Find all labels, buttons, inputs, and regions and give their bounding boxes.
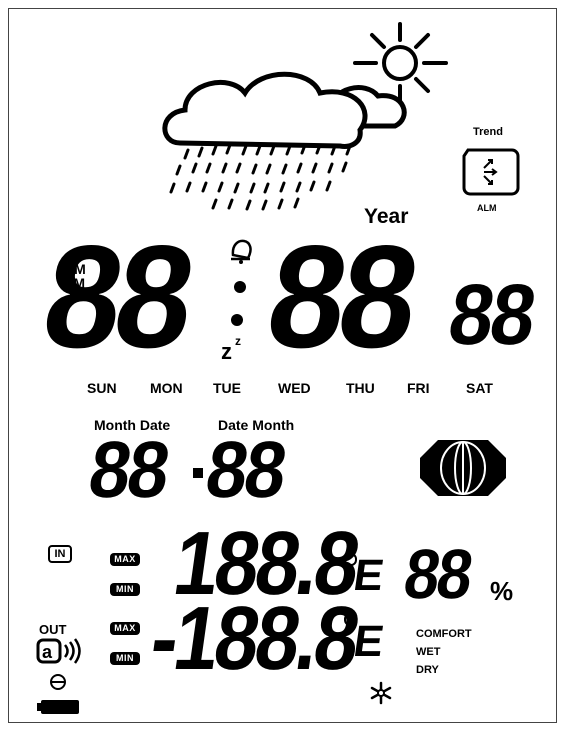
clock-seconds: 88: [443, 267, 540, 363]
battery-icon: [37, 700, 79, 714]
indoor-humidity: 88: [399, 535, 476, 613]
trend-label: Trend: [473, 126, 503, 138]
outdoor-unit: E: [350, 617, 387, 666]
dry-label: DRY: [416, 664, 439, 676]
snowflake-icon: [370, 681, 392, 705]
snooze-icon: z z: [221, 334, 241, 364]
outdoor-max-badge: MAX: [110, 622, 140, 635]
rf-sync-icon: [50, 674, 66, 690]
weekday-sun: SUN: [87, 380, 117, 396]
weekday-fri: FRI: [407, 380, 430, 396]
weekday-wed: WED: [278, 380, 311, 396]
weekday-thu: THU: [346, 380, 375, 396]
humidity-unit: %: [490, 576, 514, 606]
svg-text:z: z: [221, 339, 232, 364]
outdoor-min-badge: MIN: [110, 652, 140, 665]
clock-minutes: 88: [258, 215, 423, 378]
wireless-signal-icon: a: [36, 638, 81, 664]
rain-icon: [169, 143, 352, 211]
weekday-mon: MON: [150, 380, 183, 396]
svg-text:z: z: [235, 334, 241, 348]
outdoor-degree-icon: [344, 613, 357, 626]
wet-label: WET: [416, 646, 441, 658]
indoor-min-badge: MIN: [110, 583, 140, 596]
clock-hours: 88: [34, 215, 199, 378]
indoor-max-badge: MAX: [110, 553, 140, 566]
comfort-label: COMFORT: [416, 628, 472, 640]
cloud-icon: [162, 71, 407, 149]
moon-phase-icon: [420, 440, 506, 496]
outdoor-label: OUT: [39, 622, 67, 637]
weather-forecast: [162, 22, 448, 211]
outdoor-temperature: -188.8: [144, 589, 363, 689]
alarm-bell-icon: [231, 239, 252, 264]
colon-dot-bottom: [231, 314, 243, 326]
date-left: 88: [83, 425, 173, 514]
indoor-label: IN: [48, 545, 72, 563]
svg-text:a: a: [42, 642, 53, 662]
date-right: 88: [200, 425, 290, 514]
date-separator: [193, 468, 203, 478]
trend-icon: [462, 148, 520, 196]
alarm-label: ALM: [477, 203, 497, 213]
weekday-sat: SAT: [466, 380, 493, 396]
weekday-tue: TUE: [213, 380, 241, 396]
colon-dot-top: [234, 281, 246, 293]
